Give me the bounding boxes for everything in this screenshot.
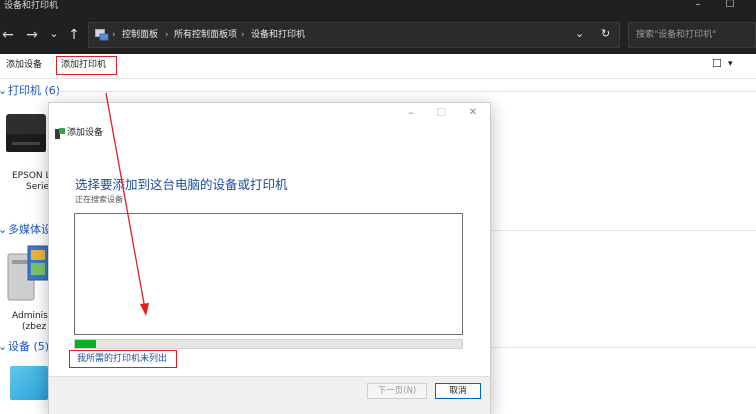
control-panel-icon [95, 29, 109, 41]
breadcrumb-devices-printers[interactable]: 设备和打印机 [251, 28, 305, 42]
media-device-icon[interactable] [6, 244, 50, 304]
minimize-button[interactable]: – [688, 0, 708, 12]
group-devices[interactable]: 设备 (5) [8, 340, 49, 354]
search-box[interactable]: 搜索"设备和打印机" [628, 22, 756, 48]
breadcrumb-all-items[interactable]: 所有控制面板项 [174, 28, 237, 42]
back-arrow-icon[interactable]: ← [0, 27, 16, 43]
up-arrow-icon[interactable]: ↑ [66, 27, 82, 43]
add-device-icon [55, 128, 65, 139]
dialog-maximize-button: ☐ [436, 106, 446, 119]
window-title: 设备和打印机 [4, 1, 59, 11]
title-bar: 设备和打印机 – ☐ [0, 0, 756, 16]
next-button[interactable]: 下一页(N) [367, 383, 427, 399]
breadcrumb-separator-icon: › [112, 30, 116, 40]
dialog-footer: 下一页(N) 取消 [49, 376, 490, 414]
breadcrumb-control-panel[interactable]: 控制面板 [122, 28, 158, 42]
progress-fill [75, 340, 97, 348]
printer-not-listed-link[interactable]: 我所需的打印机未列出 [77, 353, 167, 365]
printer-label-line2: Serie [26, 182, 49, 192]
add-device-button[interactable]: 添加设备 [6, 58, 42, 72]
view-icon[interactable]: ☐ [712, 57, 722, 71]
address-bar[interactable]: › 控制面板 › 所有控制面板项 › 设备和打印机 ⌄ ↻ [88, 22, 620, 48]
dialog-title: 添加设备 [67, 128, 104, 138]
group-divider [58, 91, 756, 92]
maximize-button[interactable]: ☐ [720, 0, 740, 12]
device-list[interactable] [74, 213, 463, 335]
dialog-minimize-button[interactable]: – [403, 106, 419, 120]
breadcrumb-separator-icon: › [241, 30, 245, 40]
dialog-heading: 选择要添加到这台电脑的设备或打印机 [75, 177, 288, 192]
dialog-close-button[interactable]: ✕ [465, 106, 481, 120]
breadcrumb-separator-icon: › [165, 30, 169, 40]
recent-locations-icon[interactable]: ⌄ [46, 26, 62, 42]
address-dropdown-icon[interactable]: ⌄ [575, 27, 584, 41]
add-device-dialog: – ☐ ✕ 添加设备 选择要添加到这台电脑的设备或打印机 正在搜索设备 我所需的… [48, 102, 491, 414]
group-chevron-icon[interactable]: ⌄ [0, 340, 7, 354]
add-printer-button[interactable]: 添加打印机 [61, 58, 106, 72]
search-input[interactable]: 搜索"设备和打印机" [636, 28, 716, 42]
printer-not-listed-highlight: 我所需的打印机未列出 [69, 350, 177, 368]
media-device-label-line2: (zbez [22, 322, 47, 332]
group-chevron-icon[interactable]: ⌄ [0, 223, 7, 237]
search-status: 正在搜索设备 [75, 195, 123, 204]
group-chevron-icon[interactable]: ⌄ [0, 84, 7, 98]
forward-arrow-icon[interactable]: → [24, 27, 40, 43]
search-progress-bar [74, 339, 463, 349]
group-printers[interactable]: 打印机 (6) [8, 84, 60, 98]
cancel-button[interactable]: 取消 [435, 383, 481, 399]
device-thumbnail[interactable] [10, 366, 48, 400]
printer-icon[interactable] [4, 112, 48, 158]
view-menu-icon[interactable]: ▾ [728, 57, 733, 71]
refresh-icon[interactable]: ↻ [601, 27, 610, 41]
